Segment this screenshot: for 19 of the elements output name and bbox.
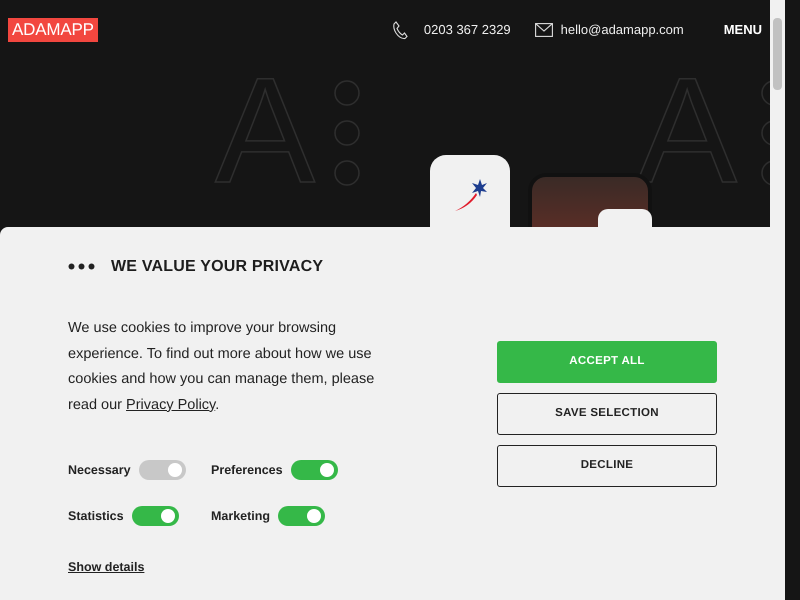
toggle-label: Statistics <box>68 508 124 525</box>
toggle-label: Marketing <box>211 508 270 525</box>
choice-button[interactable]: DECLINE <box>497 445 717 487</box>
email-link[interactable]: hello@adamapp.com <box>560 20 684 40</box>
toggle-label: Necessary <box>68 462 131 479</box>
dialog-title: WE VALUE YOUR PRIVACY <box>111 257 324 276</box>
logo[interactable]: ADAMAPP <box>8 18 98 42</box>
choice-button[interactable]: SAVE SELECTION <box>497 393 717 435</box>
dots-icon <box>68 263 95 270</box>
toggle-label: Preferences <box>211 462 283 479</box>
toggle-switch[interactable] <box>132 506 179 526</box>
mail-icon <box>534 23 553 37</box>
phone-number[interactable]: 0203 367 2329 <box>424 20 511 40</box>
show-details-link[interactable]: Show details <box>68 558 144 577</box>
privacy-policy-link[interactable]: Privacy Policy <box>126 396 216 413</box>
toggle-switch[interactable] <box>290 460 338 480</box>
dialog-text: We use cookies to improve your browsing experience. To find out more about how we use cookies and how you can manage them, please read our Privacy Policy. <box>68 319 376 415</box>
toggle-switch[interactable] <box>278 506 326 526</box>
phone-icon <box>392 20 408 40</box>
